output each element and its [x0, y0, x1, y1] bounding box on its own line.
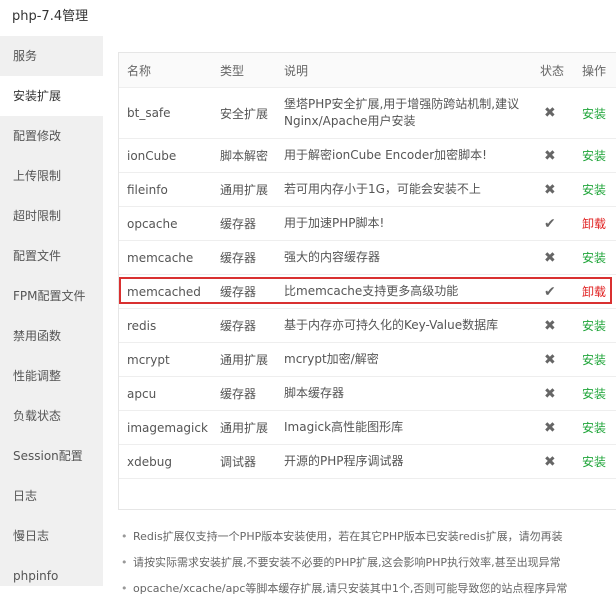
- extension-type: 安全扩展: [212, 87, 276, 139]
- table-row: fileinfo 通用扩展 若可用内存小于1G，可能会安装不上 ✖ 安装: [119, 172, 616, 207]
- extension-name: xdebug: [119, 444, 212, 479]
- extension-desc: 脚本缓存器: [276, 376, 532, 411]
- install-button[interactable]: 安装: [582, 319, 606, 333]
- extension-name: memcached: [119, 274, 212, 309]
- extension-type: 缓存器: [212, 274, 276, 309]
- extension-desc: 堡塔PHP安全扩展,用于增强防跨站机制,建议Nginx/Apache用户安装: [276, 87, 532, 139]
- tip-item: • 请按实际需求安装扩展,不要安装不必要的PHP扩展,这会影响PHP执行效率,甚至…: [118, 550, 616, 576]
- table-row: redis 缓存器 基于内存亦可持久化的Key-Value数据库 ✖ 安装: [119, 308, 616, 343]
- uninstall-button[interactable]: 卸载: [582, 285, 606, 299]
- extension-desc: 若可用内存小于1G，可能会安装不上: [276, 172, 532, 207]
- column-header-action: 操作: [574, 53, 616, 88]
- column-header-type: 类型: [212, 53, 276, 88]
- table-row: mcrypt 通用扩展 mcrypt加密/解密 ✖ 安装: [119, 342, 616, 377]
- extension-desc: 强大的内容缓存器: [276, 240, 532, 275]
- extension-name: apcu: [119, 376, 212, 411]
- install-button[interactable]: 安装: [582, 387, 606, 401]
- bullet-icon: •: [121, 582, 128, 595]
- sidebar-item-fpm-config[interactable]: FPM配置文件: [0, 276, 103, 316]
- extension-name: imagemagick: [119, 410, 212, 445]
- extension-type: 缓存器: [212, 240, 276, 275]
- sidebar-item-install-extensions[interactable]: 安装扩展: [0, 76, 103, 116]
- sidebar-item-phpinfo[interactable]: phpinfo: [0, 556, 103, 596]
- not-installed-icon: ✖: [532, 342, 574, 377]
- extension-desc: Imagick高性能图形库: [276, 410, 532, 445]
- sidebar-item-upload-limit[interactable]: 上传限制: [0, 156, 103, 196]
- install-button[interactable]: 安装: [582, 455, 606, 469]
- table-row: bt_safe 安全扩展 堡塔PHP安全扩展,用于增强防跨站机制,建议Nginx…: [119, 87, 616, 139]
- extension-type: 调试器: [212, 444, 276, 479]
- extensions-table: 名称 类型 说明 状态 操作 bt_safe 安全扩展 堡塔PHP安全扩展,用于…: [119, 53, 616, 479]
- not-installed-icon: ✖: [532, 138, 574, 173]
- extension-name: mcrypt: [119, 342, 212, 377]
- table-row: opcache 缓存器 用于加速PHP脚本! ✔ 卸载: [119, 206, 616, 241]
- extensions-table-container: 名称 类型 说明 状态 操作 bt_safe 安全扩展 堡塔PHP安全扩展,用于…: [118, 52, 616, 510]
- extension-name: memcache: [119, 240, 212, 275]
- extension-name: redis: [119, 308, 212, 343]
- install-button[interactable]: 安装: [582, 107, 606, 121]
- sidebar-item-load-status[interactable]: 负载状态: [0, 396, 103, 436]
- installed-check-icon: ✔: [532, 274, 574, 309]
- install-button[interactable]: 安装: [582, 149, 606, 163]
- extension-type: 通用扩展: [212, 342, 276, 377]
- sidebar-item-slow-log[interactable]: 慢日志: [0, 516, 103, 556]
- extension-type: 通用扩展: [212, 410, 276, 445]
- extension-name: fileinfo: [119, 172, 212, 207]
- tips-list: • Redis扩展仅支持一个PHP版本安装使用，若在其它PHP版本已安装redis…: [118, 524, 616, 602]
- not-installed-icon: ✖: [532, 444, 574, 479]
- sidebar-item-config-edit[interactable]: 配置修改: [0, 116, 103, 156]
- extension-name: ionCube: [119, 138, 212, 173]
- extension-type: 脚本解密: [212, 138, 276, 173]
- extension-type: 缓存器: [212, 206, 276, 241]
- extension-type: 缓存器: [212, 376, 276, 411]
- extension-name: bt_safe: [119, 87, 212, 139]
- install-button[interactable]: 安装: [582, 183, 606, 197]
- extension-desc: 用于加速PHP脚本!: [276, 206, 532, 241]
- sidebar-item-disabled-functions[interactable]: 禁用函数: [0, 316, 103, 356]
- table-row-highlighted: memcached 缓存器 比memcache支持更多高级功能 ✔ 卸载: [119, 274, 616, 309]
- sidebar-item-service[interactable]: 服务: [0, 36, 103, 76]
- bullet-icon: •: [121, 530, 128, 543]
- sidebar-item-config-file[interactable]: 配置文件: [0, 236, 103, 276]
- not-installed-icon: ✖: [532, 410, 574, 445]
- table-row: xdebug 调试器 开源的PHP程序调试器 ✖ 安装: [119, 444, 616, 479]
- sidebar: 服务 安装扩展 配置修改 上传限制 超时限制 配置文件 FPM配置文件 禁用函数…: [0, 36, 103, 586]
- install-button[interactable]: 安装: [582, 421, 606, 435]
- not-installed-icon: ✖: [532, 308, 574, 343]
- extension-desc: mcrypt加密/解密: [276, 342, 532, 377]
- sidebar-item-performance[interactable]: 性能调整: [0, 356, 103, 396]
- table-row: ionCube 脚本解密 用于解密ionCube Encoder加密脚本! ✖ …: [119, 138, 616, 173]
- extension-type: 通用扩展: [212, 172, 276, 207]
- column-header-name: 名称: [119, 53, 212, 88]
- extension-type: 缓存器: [212, 308, 276, 343]
- installed-check-icon: ✔: [532, 206, 574, 241]
- not-installed-icon: ✖: [532, 172, 574, 207]
- extension-desc: 比memcache支持更多高级功能: [276, 274, 532, 309]
- sidebar-item-log[interactable]: 日志: [0, 476, 103, 516]
- main-panel: 名称 类型 说明 状态 操作 bt_safe 安全扩展 堡塔PHP安全扩展,用于…: [103, 36, 616, 595]
- column-header-status: 状态: [532, 53, 574, 88]
- install-button[interactable]: 安装: [582, 251, 606, 265]
- bullet-icon: •: [121, 556, 128, 569]
- table-header-row: 名称 类型 说明 状态 操作: [119, 53, 616, 88]
- extension-name: opcache: [119, 206, 212, 241]
- table-row: apcu 缓存器 脚本缓存器 ✖ 安装: [119, 376, 616, 411]
- table-row: imagemagick 通用扩展 Imagick高性能图形库 ✖ 安装: [119, 410, 616, 445]
- not-installed-icon: ✖: [532, 240, 574, 275]
- extension-desc: 用于解密ionCube Encoder加密脚本!: [276, 138, 532, 173]
- extension-desc: 开源的PHP程序调试器: [276, 444, 532, 479]
- extension-desc: 基于内存亦可持久化的Key-Value数据库: [276, 308, 532, 343]
- sidebar-item-timeout-limit[interactable]: 超时限制: [0, 196, 103, 236]
- install-button[interactable]: 安装: [582, 353, 606, 367]
- not-installed-icon: ✖: [532, 87, 574, 139]
- not-installed-icon: ✖: [532, 376, 574, 411]
- column-header-desc: 说明: [276, 53, 532, 88]
- tip-item: • opcache/xcache/apc等脚本缓存扩展,请只安装其中1个,否则可能…: [118, 576, 616, 602]
- window-title: php-7.4管理: [0, 0, 616, 36]
- uninstall-button[interactable]: 卸载: [582, 217, 606, 231]
- table-row: memcache 缓存器 强大的内容缓存器 ✖ 安装: [119, 240, 616, 275]
- tip-item: • Redis扩展仅支持一个PHP版本安装使用，若在其它PHP版本已安装redis…: [118, 524, 616, 550]
- sidebar-item-session-config[interactable]: Session配置: [0, 436, 103, 476]
